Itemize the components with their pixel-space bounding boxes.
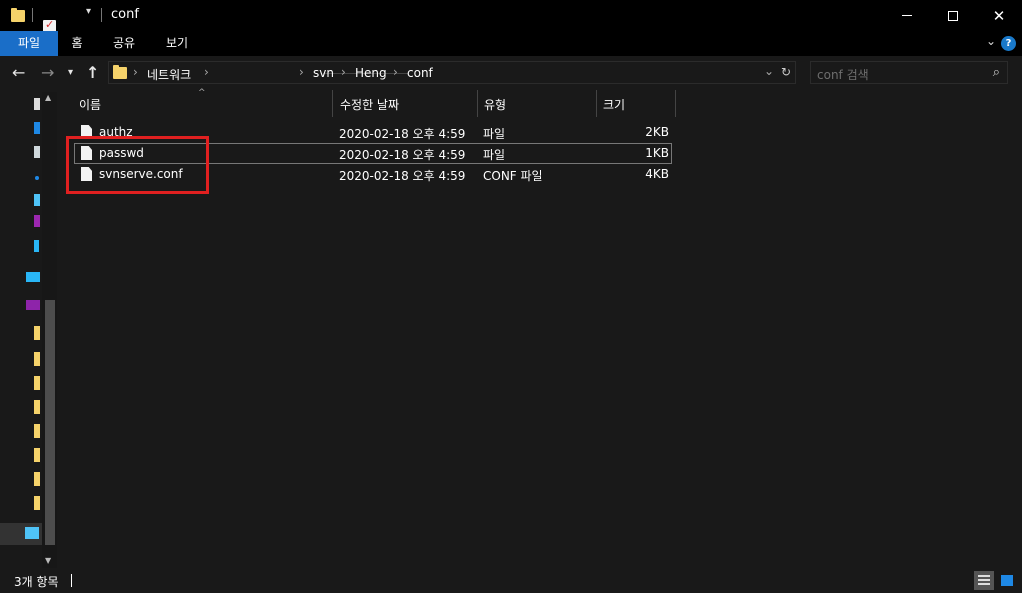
app-icon[interactable]: [34, 215, 40, 227]
share-icon[interactable]: [34, 240, 39, 252]
folder-icon: [11, 8, 25, 22]
back-arrow-icon[interactable]: ←: [12, 63, 25, 83]
sort-ascending-icon: ^: [198, 88, 206, 98]
column-divider[interactable]: [477, 90, 478, 117]
tab-file[interactable]: 파일: [0, 31, 58, 56]
network-folder-icon: [113, 65, 127, 79]
folder-icon[interactable]: [34, 496, 40, 510]
maximize-icon: [948, 10, 958, 21]
address-bar[interactable]: › 네트워크 › › svn › Heng › conf ⌄ ↻: [108, 61, 796, 84]
minimize-button[interactable]: [884, 0, 930, 31]
divider: [32, 8, 33, 22]
chevron-right-icon[interactable]: ›: [299, 65, 304, 79]
close-icon: ✕: [992, 6, 1006, 25]
folder-icon[interactable]: [34, 424, 40, 438]
folder-icon[interactable]: [34, 352, 40, 366]
chevron-right-icon[interactable]: ›: [204, 65, 209, 79]
file-size: 1KB: [645, 146, 669, 160]
file-date: 2020-02-18 오후 4:59: [339, 148, 466, 162]
column-header-date[interactable]: 수정한 날짜: [340, 96, 399, 113]
file-type: 파일: [483, 127, 506, 141]
file-type: 파일: [483, 148, 506, 162]
file-date: 2020-02-18 오후 4:59: [339, 169, 466, 183]
pc-icon[interactable]: [34, 146, 40, 158]
minimize-icon: [902, 15, 912, 16]
tab-share[interactable]: 공유: [106, 31, 142, 56]
item-count: 3개 항목: [14, 575, 59, 589]
column-divider[interactable]: [675, 90, 676, 117]
tab-home[interactable]: 홈: [62, 31, 92, 56]
column-divider[interactable]: [596, 90, 597, 117]
chevron-right-icon[interactable]: ›: [133, 65, 138, 79]
onedrive-icon[interactable]: [34, 122, 40, 134]
nav-scroll-thumb[interactable]: [45, 300, 55, 545]
chevron-down-icon[interactable]: ⌄: [764, 64, 774, 78]
chevron-right-icon[interactable]: ›: [341, 65, 346, 79]
search-input[interactable]: conf 검색: [817, 66, 869, 83]
up-arrow-icon[interactable]: ↑: [86, 63, 99, 83]
ribbon-tabs: 파일 홈 공유 보기 ⌄ ?: [0, 31, 1022, 56]
tab-view[interactable]: 보기: [158, 31, 196, 56]
column-divider[interactable]: [332, 90, 333, 117]
network-computer-icon: [25, 527, 39, 539]
expand-ribbon-icon[interactable]: ⌄: [986, 34, 996, 48]
search-box[interactable]: conf 검색 ⌕: [810, 61, 1008, 84]
selected-network-item[interactable]: [0, 523, 42, 545]
network-dot-icon[interactable]: [35, 176, 39, 180]
details-view-icon: [978, 575, 990, 586]
file-size: 2KB: [645, 125, 669, 139]
quick-access-icon[interactable]: [34, 98, 40, 110]
breadcrumb-conf[interactable]: conf: [407, 66, 433, 80]
divider: [71, 574, 72, 587]
title-bar: ▾ conf ✕: [0, 0, 1022, 48]
forward-arrow-icon[interactable]: →: [41, 63, 54, 83]
scroll-up-icon[interactable]: ▲: [45, 93, 51, 102]
file-size: 4KB: [645, 167, 669, 181]
folder-icon[interactable]: [34, 472, 40, 486]
help-icon[interactable]: ?: [1001, 36, 1016, 51]
folder-icon[interactable]: [34, 376, 40, 390]
large-icons-view-button[interactable]: [997, 571, 1017, 590]
file-type: CONF 파일: [483, 169, 543, 183]
breadcrumb-heng[interactable]: Heng: [355, 66, 387, 80]
drive-icon[interactable]: [34, 194, 40, 206]
breadcrumb-svn[interactable]: svn: [313, 66, 334, 80]
file-date: 2020-02-18 오후 4:59: [339, 127, 466, 141]
status-bar: 3개 항목: [0, 568, 1022, 593]
network-icon[interactable]: [26, 272, 40, 282]
folder-icon[interactable]: [34, 448, 40, 462]
maximize-button[interactable]: [930, 0, 976, 31]
folder-icon[interactable]: [34, 326, 40, 340]
search-icon[interactable]: ⌕: [993, 65, 1000, 80]
column-header-name[interactable]: 이름: [79, 96, 101, 113]
chevron-right-icon[interactable]: ›: [393, 65, 398, 79]
recent-locations-icon[interactable]: ▾: [68, 63, 73, 83]
customize-toolbar-icon[interactable]: ▾: [86, 6, 91, 24]
highlight-box: [66, 136, 209, 194]
column-header-size[interactable]: 크기: [603, 96, 625, 113]
column-header-type[interactable]: 유형: [484, 96, 506, 113]
breadcrumb-network[interactable]: 네트워크: [147, 66, 191, 83]
scroll-down-icon[interactable]: ▼: [45, 556, 51, 565]
window-title: conf: [111, 7, 139, 22]
divider: [101, 8, 102, 22]
close-button[interactable]: ✕: [976, 0, 1022, 31]
sd-card-icon[interactable]: [26, 300, 40, 310]
refresh-icon[interactable]: ↻: [781, 65, 791, 79]
details-view-button[interactable]: [974, 571, 994, 590]
large-icons-view-icon: [1001, 575, 1013, 586]
folder-icon[interactable]: [34, 400, 40, 414]
